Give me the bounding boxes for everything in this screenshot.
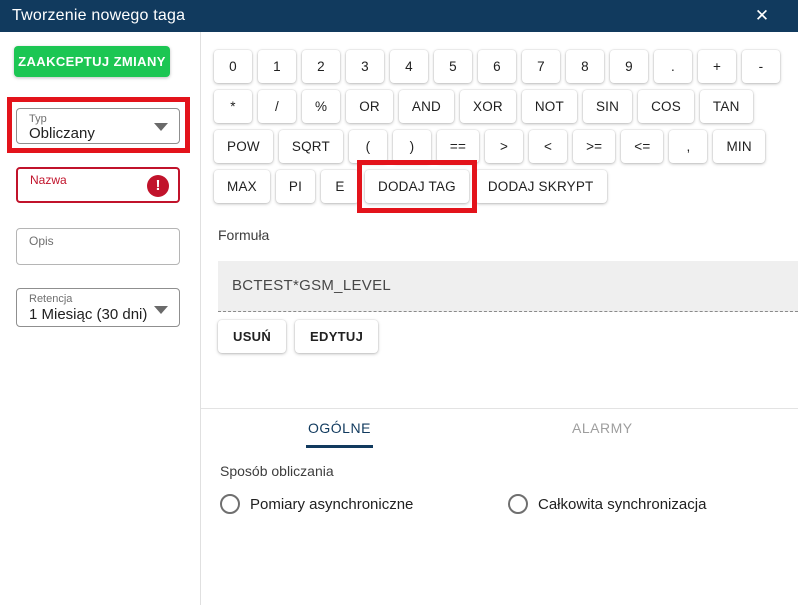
- tabs-divider: [201, 408, 798, 409]
- create-tag-dialog: Tworzenie nowego taga ✕ ZAAKCEPTUJ ZMIAN…: [0, 0, 798, 605]
- dialog-title: Tworzenie nowego taga: [12, 7, 185, 25]
- radio-icon[interactable]: [220, 494, 240, 514]
- key-less-than[interactable]: <: [529, 130, 567, 163]
- key-xor[interactable]: XOR: [460, 90, 516, 123]
- type-select-label: Typ: [29, 113, 47, 125]
- formula-keyboard: 0 1 2 3 4 5 6 7 8 9 . + - * / % OR AND X…: [214, 50, 792, 210]
- radio-label-async: Pomiary asynchroniczne: [250, 496, 413, 513]
- dialog-titlebar: Tworzenie nowego taga ✕: [0, 0, 798, 32]
- accept-changes-button[interactable]: ZAAKCEPTUJ ZMIANY: [14, 46, 170, 77]
- retention-select[interactable]: Retencja 1 Miesiąc (30 dni): [16, 288, 180, 327]
- key-plus[interactable]: +: [698, 50, 736, 83]
- key-not[interactable]: NOT: [522, 90, 577, 123]
- formula-label: Formuła: [218, 227, 269, 243]
- type-select[interactable]: Typ Obliczany: [16, 108, 180, 144]
- edit-button[interactable]: EDYTUJ: [295, 320, 378, 353]
- key-divide[interactable]: /: [258, 90, 296, 123]
- key-4[interactable]: 4: [390, 50, 428, 83]
- key-8[interactable]: 8: [566, 50, 604, 83]
- formula-actions: USUŃ EDYTUJ: [218, 320, 378, 353]
- radio-label-full-sync: Całkowita synchronizacja: [538, 496, 706, 513]
- key-sqrt[interactable]: SQRT: [279, 130, 343, 163]
- key-7[interactable]: 7: [522, 50, 560, 83]
- keyboard-row-1: 0 1 2 3 4 5 6 7 8 9 . + -: [214, 50, 792, 83]
- tab-alarms[interactable]: ALARMY: [570, 420, 635, 445]
- add-script-button[interactable]: DODAJ SKRYPT: [475, 170, 607, 203]
- retention-select-value: 1 Miesiąc (30 dni): [29, 306, 147, 324]
- radio-icon[interactable]: [508, 494, 528, 514]
- key-sin[interactable]: SIN: [583, 90, 632, 123]
- key-pow[interactable]: POW: [214, 130, 273, 163]
- keyboard-row-3: POW SQRT ( ) == > < >= <= , MIN: [214, 130, 792, 163]
- tab-general[interactable]: OGÓLNE: [306, 420, 373, 448]
- description-input-label: Opis: [29, 235, 54, 247]
- delete-button[interactable]: USUŃ: [218, 320, 286, 353]
- key-5[interactable]: 5: [434, 50, 472, 83]
- description-input[interactable]: Opis: [16, 228, 180, 265]
- key-percent[interactable]: %: [302, 90, 340, 123]
- key-6[interactable]: 6: [478, 50, 516, 83]
- formula-display[interactable]: BCTEST*GSM_LEVEL: [218, 261, 798, 312]
- error-icon: !: [147, 175, 169, 197]
- key-9[interactable]: 9: [610, 50, 648, 83]
- key-equals[interactable]: ==: [437, 130, 479, 163]
- key-dot[interactable]: .: [654, 50, 692, 83]
- key-0[interactable]: 0: [214, 50, 252, 83]
- calculation-method-label: Sposób obliczania: [220, 463, 334, 479]
- key-1[interactable]: 1: [258, 50, 296, 83]
- key-minus[interactable]: -: [742, 50, 780, 83]
- add-tag-button[interactable]: DODAJ TAG: [365, 170, 469, 203]
- sidebar-divider: [200, 32, 201, 605]
- key-cos[interactable]: COS: [638, 90, 694, 123]
- key-max[interactable]: MAX: [214, 170, 270, 203]
- key-and[interactable]: AND: [399, 90, 454, 123]
- keyboard-row-4: MAX PI E DODAJ TAG DODAJ SKRYPT: [214, 170, 792, 203]
- key-comma[interactable]: ,: [669, 130, 707, 163]
- key-greater-than[interactable]: >: [485, 130, 523, 163]
- name-input[interactable]: Nazwa !: [16, 167, 180, 203]
- chevron-down-icon: [154, 123, 168, 131]
- retention-select-label: Retencja: [29, 293, 72, 305]
- key-min[interactable]: MIN: [713, 130, 764, 163]
- type-select-value: Obliczany: [29, 125, 95, 143]
- name-input-label: Nazwa: [30, 174, 67, 186]
- key-less-equal[interactable]: <=: [621, 130, 663, 163]
- radio-option-full-sync[interactable]: Całkowita synchronizacja: [508, 494, 706, 514]
- key-2[interactable]: 2: [302, 50, 340, 83]
- key-open-paren[interactable]: (: [349, 130, 387, 163]
- key-multiply[interactable]: *: [214, 90, 252, 123]
- key-or[interactable]: OR: [346, 90, 393, 123]
- keyboard-row-2: * / % OR AND XOR NOT SIN COS TAN: [214, 90, 792, 123]
- key-e[interactable]: E: [321, 170, 359, 203]
- key-tan[interactable]: TAN: [700, 90, 753, 123]
- chevron-down-icon: [154, 306, 168, 314]
- radio-option-async[interactable]: Pomiary asynchroniczne: [220, 494, 413, 514]
- key-greater-equal[interactable]: >=: [573, 130, 615, 163]
- key-close-paren[interactable]: ): [393, 130, 431, 163]
- key-pi[interactable]: PI: [276, 170, 315, 203]
- close-icon[interactable]: ✕: [750, 4, 774, 28]
- add-tag-wrap: DODAJ TAG: [365, 170, 469, 203]
- key-3[interactable]: 3: [346, 50, 384, 83]
